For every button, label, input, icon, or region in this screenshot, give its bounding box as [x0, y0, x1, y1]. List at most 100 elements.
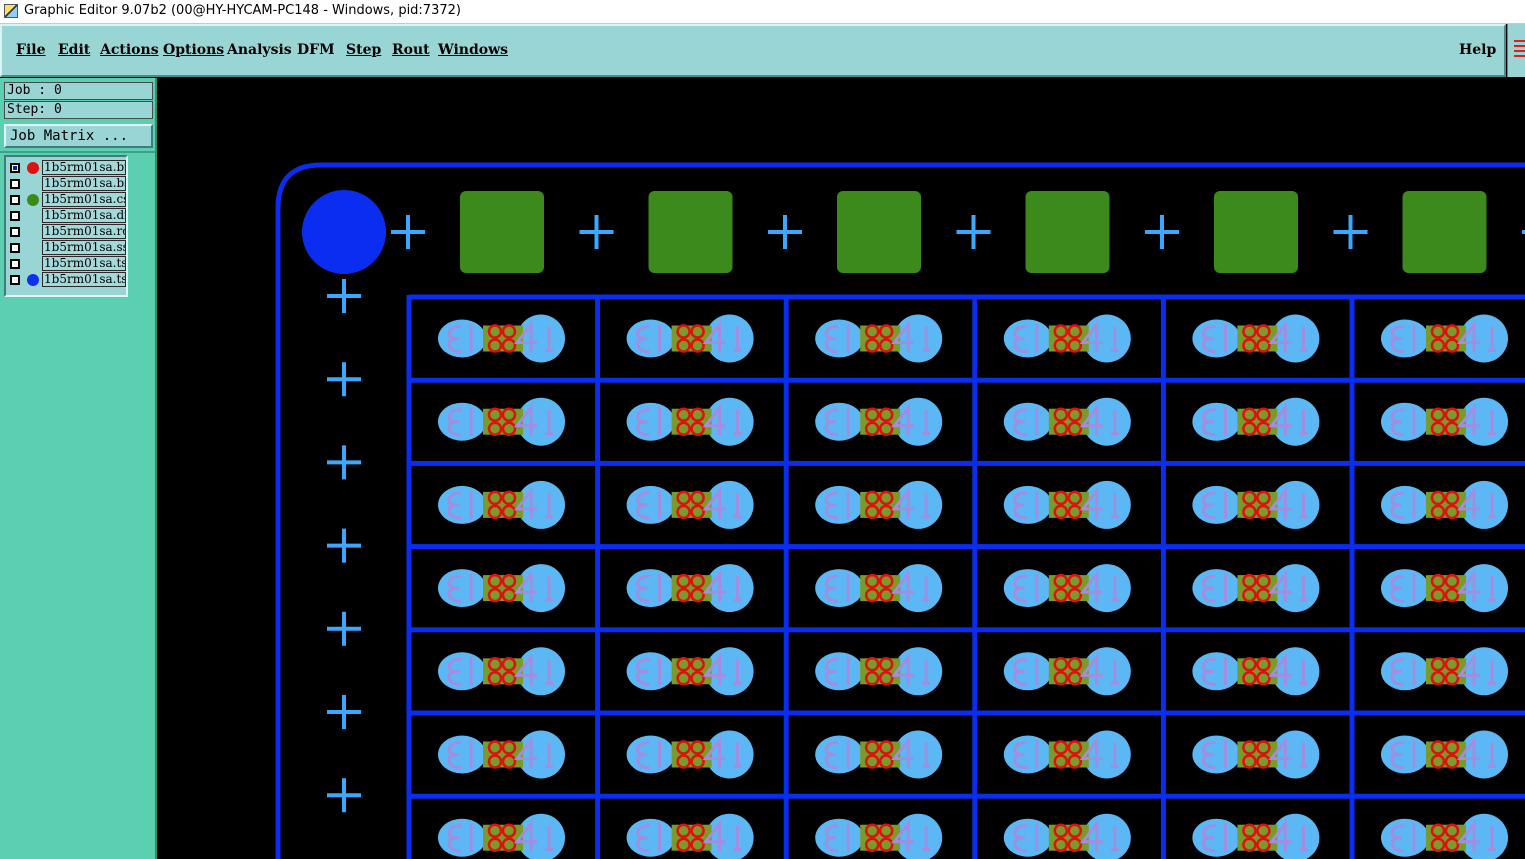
layer-row[interactable]: 1b5rm01sa.ss	[8, 240, 126, 256]
window-title: Graphic Editor 9.07b2 (00@HY-HYCAM-PC148…	[24, 3, 461, 18]
layer-row[interactable]: 1b5rm01sa.dr	[8, 208, 126, 224]
layer-checkbox[interactable]	[10, 163, 20, 173]
left-pad	[1192, 569, 1241, 608]
right-pad	[705, 314, 754, 363]
right-pad	[1271, 813, 1320, 859]
menu-actions[interactable]: Actions	[100, 42, 159, 58]
menu-rout-label: Rout	[392, 42, 430, 58]
layer-checkbox[interactable]	[10, 275, 20, 285]
layer-name[interactable]: 1b5rm01sa.ss	[42, 240, 126, 255]
right-pad	[517, 480, 565, 529]
left-pad	[438, 735, 486, 774]
title-bar: Graphic Editor 9.07b2 (00@HY-HYCAM-PC148…	[0, 0, 1525, 24]
left-pad	[626, 485, 675, 524]
left-pad	[815, 402, 864, 441]
left-pad	[1381, 818, 1429, 857]
layer-color-dot-icon[interactable]	[27, 274, 39, 286]
right-pad	[894, 564, 943, 613]
left-pad	[626, 319, 675, 358]
left-pad	[1003, 569, 1052, 608]
layer-name[interactable]: 1b5rm01sa.ts	[42, 256, 126, 271]
layer-name[interactable]: 1b5rm01sa.dr	[42, 208, 126, 223]
layer-name[interactable]: 1b5rm01sa.ro	[42, 224, 126, 239]
menu-options[interactable]: Options	[163, 42, 224, 58]
menu-step-label: Step	[346, 42, 382, 58]
cross-fiducial	[956, 215, 991, 249]
layer-name[interactable]: 1b5rm01sa.cs	[42, 192, 126, 207]
right-pad	[517, 397, 565, 446]
right-pad	[1271, 397, 1320, 446]
green-pad	[648, 191, 733, 273]
layer-name[interactable]: 1b5rm01sa.bm	[42, 160, 126, 175]
cross-fiducial	[579, 215, 614, 249]
menu-file[interactable]: File	[16, 42, 45, 58]
right-pad	[517, 647, 565, 696]
layer-checkbox[interactable]	[10, 227, 20, 237]
right-pad	[1271, 314, 1320, 363]
left-pad	[815, 818, 864, 857]
right-pad	[1082, 813, 1131, 859]
sidebar: Job : 0 Step: 0 Job Matrix ... 1b5rm01sa…	[0, 78, 157, 859]
left-pad	[438, 402, 486, 441]
layer-checkbox[interactable]	[10, 259, 20, 269]
menu-help[interactable]: Help	[1459, 42, 1496, 58]
left-pad	[438, 485, 486, 524]
right-pad	[705, 564, 754, 613]
left-pad	[1192, 735, 1241, 774]
right-pad	[517, 564, 565, 613]
job-matrix-button[interactable]: Job Matrix ...	[4, 124, 153, 148]
left-pad	[626, 569, 675, 608]
left-pad	[815, 485, 864, 524]
left-pad	[815, 652, 864, 691]
right-pad	[1460, 813, 1508, 859]
cross-fiducial	[391, 215, 425, 249]
menu-analysis[interactable]: Analysis	[227, 42, 292, 58]
left-pad	[1003, 735, 1052, 774]
layer-checkbox[interactable]	[10, 243, 20, 253]
grid-line-horizontal	[409, 627, 1525, 633]
graphic-canvas[interactable]	[157, 78, 1525, 859]
right-pad	[1460, 647, 1508, 696]
grid-line-horizontal	[409, 793, 1525, 799]
right-pad	[894, 480, 943, 529]
stripe-icon	[1514, 40, 1525, 60]
left-pad	[1192, 818, 1241, 857]
menu-windows[interactable]: Windows	[438, 42, 508, 58]
cross-fiducial	[327, 778, 361, 813]
step-indicator: Step: 0	[4, 101, 153, 119]
cross-fiducial	[327, 611, 361, 646]
right-pad	[1082, 564, 1131, 613]
layer-checkbox[interactable]	[10, 179, 20, 189]
pcb-board-view[interactable]	[157, 78, 1525, 859]
left-pad	[815, 735, 864, 774]
left-pad	[626, 402, 675, 441]
layer-row[interactable]: 1b5rm01sa.cs	[8, 192, 126, 208]
layer-row[interactable]: 1b5rm01sa.ro	[8, 224, 126, 240]
menu-analysis-label: Analysis	[227, 42, 292, 58]
layer-checkbox[interactable]	[10, 211, 20, 221]
menu-edit[interactable]: Edit	[58, 42, 90, 58]
layer-row[interactable]: 1b5rm01sa.ts	[8, 256, 126, 272]
right-pad	[1271, 480, 1320, 529]
left-pad	[1381, 569, 1429, 608]
menu-rout[interactable]: Rout	[392, 42, 430, 58]
left-pad	[815, 319, 864, 358]
left-pad	[1192, 485, 1241, 524]
right-pad	[1460, 314, 1508, 363]
right-pad	[705, 480, 754, 529]
layer-color-dot-icon[interactable]	[27, 162, 39, 174]
layer-row[interactable]: 1b5rm01sa.bs	[8, 176, 126, 192]
menu-step[interactable]: Step	[346, 42, 381, 58]
layer-name[interactable]: 1b5rm01sa.ts	[42, 272, 126, 287]
right-pad	[705, 397, 754, 446]
left-pad	[1003, 652, 1052, 691]
layer-row[interactable]: 1b5rm01sa.bm	[8, 160, 126, 176]
menu-dfm-label: DFM	[297, 42, 335, 58]
menu-actions-label: Actions	[100, 42, 159, 58]
layer-checkbox[interactable]	[10, 195, 20, 205]
layer-name[interactable]: 1b5rm01sa.bs	[42, 176, 126, 191]
layer-row[interactable]: 1b5rm01sa.ts	[8, 272, 126, 288]
toolbar-overflow[interactable]	[1507, 24, 1525, 77]
layer-color-dot-icon[interactable]	[27, 194, 39, 206]
menu-dfm[interactable]: DFM	[297, 42, 335, 58]
